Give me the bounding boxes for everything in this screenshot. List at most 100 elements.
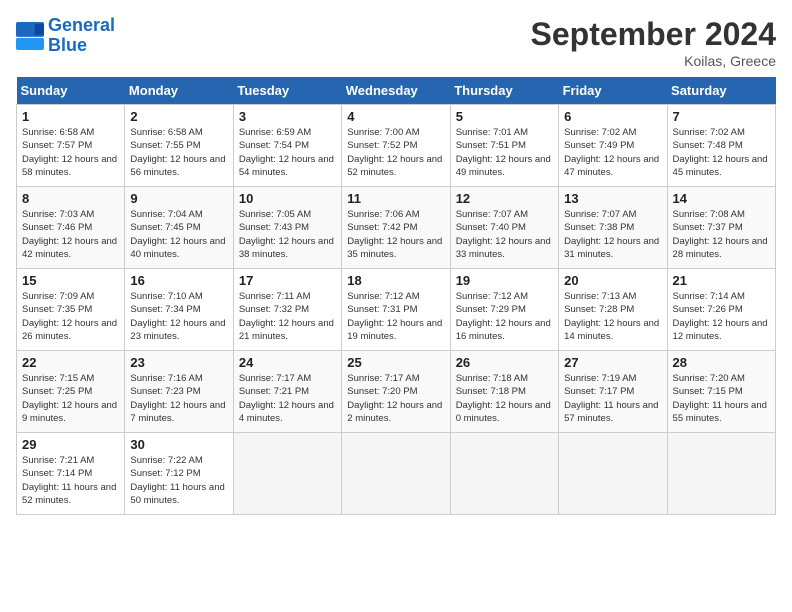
day-info: Sunrise: 7:02 AM Sunset: 7:48 PM Dayligh… (673, 126, 770, 179)
title-block: September 2024 Koilas, Greece (531, 16, 776, 69)
logo-icon (16, 22, 44, 50)
calendar-cell: 7 Sunrise: 7:02 AM Sunset: 7:48 PM Dayli… (667, 105, 775, 187)
week-row-5: 29 Sunrise: 7:21 AM Sunset: 7:14 PM Dayl… (17, 433, 776, 515)
day-info: Sunrise: 6:59 AM Sunset: 7:54 PM Dayligh… (239, 126, 336, 179)
calendar-cell: 13 Sunrise: 7:07 AM Sunset: 7:38 PM Dayl… (559, 187, 667, 269)
day-number: 9 (130, 191, 227, 206)
day-info: Sunrise: 7:12 AM Sunset: 7:31 PM Dayligh… (347, 290, 444, 343)
day-info: Sunrise: 7:19 AM Sunset: 7:17 PM Dayligh… (564, 372, 661, 425)
day-info: Sunrise: 7:07 AM Sunset: 7:38 PM Dayligh… (564, 208, 661, 261)
day-info: Sunrise: 6:58 AM Sunset: 7:55 PM Dayligh… (130, 126, 227, 179)
calendar-cell (450, 433, 558, 515)
day-info: Sunrise: 7:04 AM Sunset: 7:45 PM Dayligh… (130, 208, 227, 261)
calendar-cell: 24 Sunrise: 7:17 AM Sunset: 7:21 PM Dayl… (233, 351, 341, 433)
day-info: Sunrise: 7:10 AM Sunset: 7:34 PM Dayligh… (130, 290, 227, 343)
day-number: 1 (22, 109, 119, 124)
day-number: 19 (456, 273, 553, 288)
calendar-cell (233, 433, 341, 515)
day-number: 16 (130, 273, 227, 288)
calendar-cell: 12 Sunrise: 7:07 AM Sunset: 7:40 PM Dayl… (450, 187, 558, 269)
day-number: 20 (564, 273, 661, 288)
day-info: Sunrise: 7:06 AM Sunset: 7:42 PM Dayligh… (347, 208, 444, 261)
day-number: 23 (130, 355, 227, 370)
calendar-cell: 9 Sunrise: 7:04 AM Sunset: 7:45 PM Dayli… (125, 187, 233, 269)
calendar-cell: 8 Sunrise: 7:03 AM Sunset: 7:46 PM Dayli… (17, 187, 125, 269)
col-saturday: Saturday (667, 77, 775, 105)
day-info: Sunrise: 7:00 AM Sunset: 7:52 PM Dayligh… (347, 126, 444, 179)
day-number: 7 (673, 109, 770, 124)
location: Koilas, Greece (531, 53, 776, 69)
day-number: 11 (347, 191, 444, 206)
day-info: Sunrise: 6:58 AM Sunset: 7:57 PM Dayligh… (22, 126, 119, 179)
day-number: 3 (239, 109, 336, 124)
day-info: Sunrise: 7:01 AM Sunset: 7:51 PM Dayligh… (456, 126, 553, 179)
calendar-cell: 14 Sunrise: 7:08 AM Sunset: 7:37 PM Dayl… (667, 187, 775, 269)
day-number: 14 (673, 191, 770, 206)
header-row: Sunday Monday Tuesday Wednesday Thursday… (17, 77, 776, 105)
col-friday: Friday (559, 77, 667, 105)
day-number: 2 (130, 109, 227, 124)
day-number: 6 (564, 109, 661, 124)
day-number: 28 (673, 355, 770, 370)
calendar-cell: 17 Sunrise: 7:11 AM Sunset: 7:32 PM Dayl… (233, 269, 341, 351)
col-wednesday: Wednesday (342, 77, 450, 105)
calendar-cell: 20 Sunrise: 7:13 AM Sunset: 7:28 PM Dayl… (559, 269, 667, 351)
day-number: 12 (456, 191, 553, 206)
calendar-cell: 1 Sunrise: 6:58 AM Sunset: 7:57 PM Dayli… (17, 105, 125, 187)
week-row-3: 15 Sunrise: 7:09 AM Sunset: 7:35 PM Dayl… (17, 269, 776, 351)
day-number: 4 (347, 109, 444, 124)
day-info: Sunrise: 7:02 AM Sunset: 7:49 PM Dayligh… (564, 126, 661, 179)
day-number: 8 (22, 191, 119, 206)
day-info: Sunrise: 7:12 AM Sunset: 7:29 PM Dayligh… (456, 290, 553, 343)
calendar-cell: 29 Sunrise: 7:21 AM Sunset: 7:14 PM Dayl… (17, 433, 125, 515)
calendar-cell: 6 Sunrise: 7:02 AM Sunset: 7:49 PM Dayli… (559, 105, 667, 187)
col-tuesday: Tuesday (233, 77, 341, 105)
calendar-cell: 15 Sunrise: 7:09 AM Sunset: 7:35 PM Dayl… (17, 269, 125, 351)
page-header: General Blue September 2024 Koilas, Gree… (16, 16, 776, 69)
calendar-cell: 19 Sunrise: 7:12 AM Sunset: 7:29 PM Dayl… (450, 269, 558, 351)
week-row-4: 22 Sunrise: 7:15 AM Sunset: 7:25 PM Dayl… (17, 351, 776, 433)
day-info: Sunrise: 7:05 AM Sunset: 7:43 PM Dayligh… (239, 208, 336, 261)
day-number: 17 (239, 273, 336, 288)
day-info: Sunrise: 7:08 AM Sunset: 7:37 PM Dayligh… (673, 208, 770, 261)
col-monday: Monday (125, 77, 233, 105)
day-number: 5 (456, 109, 553, 124)
day-number: 25 (347, 355, 444, 370)
calendar-cell: 25 Sunrise: 7:17 AM Sunset: 7:20 PM Dayl… (342, 351, 450, 433)
day-number: 27 (564, 355, 661, 370)
calendar-cell: 3 Sunrise: 6:59 AM Sunset: 7:54 PM Dayli… (233, 105, 341, 187)
calendar-cell: 23 Sunrise: 7:16 AM Sunset: 7:23 PM Dayl… (125, 351, 233, 433)
calendar-cell: 4 Sunrise: 7:00 AM Sunset: 7:52 PM Dayli… (342, 105, 450, 187)
logo: General Blue (16, 16, 115, 56)
day-number: 22 (22, 355, 119, 370)
calendar-cell: 22 Sunrise: 7:15 AM Sunset: 7:25 PM Dayl… (17, 351, 125, 433)
day-info: Sunrise: 7:13 AM Sunset: 7:28 PM Dayligh… (564, 290, 661, 343)
day-info: Sunrise: 7:18 AM Sunset: 7:18 PM Dayligh… (456, 372, 553, 425)
day-number: 24 (239, 355, 336, 370)
calendar-cell: 30 Sunrise: 7:22 AM Sunset: 7:12 PM Dayl… (125, 433, 233, 515)
day-info: Sunrise: 7:11 AM Sunset: 7:32 PM Dayligh… (239, 290, 336, 343)
day-number: 29 (22, 437, 119, 452)
calendar-cell: 21 Sunrise: 7:14 AM Sunset: 7:26 PM Dayl… (667, 269, 775, 351)
calendar-cell: 2 Sunrise: 6:58 AM Sunset: 7:55 PM Dayli… (125, 105, 233, 187)
calendar-cell: 11 Sunrise: 7:06 AM Sunset: 7:42 PM Dayl… (342, 187, 450, 269)
day-info: Sunrise: 7:03 AM Sunset: 7:46 PM Dayligh… (22, 208, 119, 261)
day-number: 10 (239, 191, 336, 206)
col-thursday: Thursday (450, 77, 558, 105)
day-info: Sunrise: 7:15 AM Sunset: 7:25 PM Dayligh… (22, 372, 119, 425)
day-info: Sunrise: 7:16 AM Sunset: 7:23 PM Dayligh… (130, 372, 227, 425)
day-number: 26 (456, 355, 553, 370)
month-title: September 2024 (531, 16, 776, 53)
calendar-cell: 18 Sunrise: 7:12 AM Sunset: 7:31 PM Dayl… (342, 269, 450, 351)
day-info: Sunrise: 7:22 AM Sunset: 7:12 PM Dayligh… (130, 454, 227, 507)
day-info: Sunrise: 7:17 AM Sunset: 7:21 PM Dayligh… (239, 372, 336, 425)
day-number: 13 (564, 191, 661, 206)
logo-text2: Blue (48, 36, 115, 56)
calendar-table: Sunday Monday Tuesday Wednesday Thursday… (16, 77, 776, 515)
calendar-cell (342, 433, 450, 515)
calendar-cell (559, 433, 667, 515)
col-sunday: Sunday (17, 77, 125, 105)
day-info: Sunrise: 7:14 AM Sunset: 7:26 PM Dayligh… (673, 290, 770, 343)
day-number: 30 (130, 437, 227, 452)
day-info: Sunrise: 7:21 AM Sunset: 7:14 PM Dayligh… (22, 454, 119, 507)
